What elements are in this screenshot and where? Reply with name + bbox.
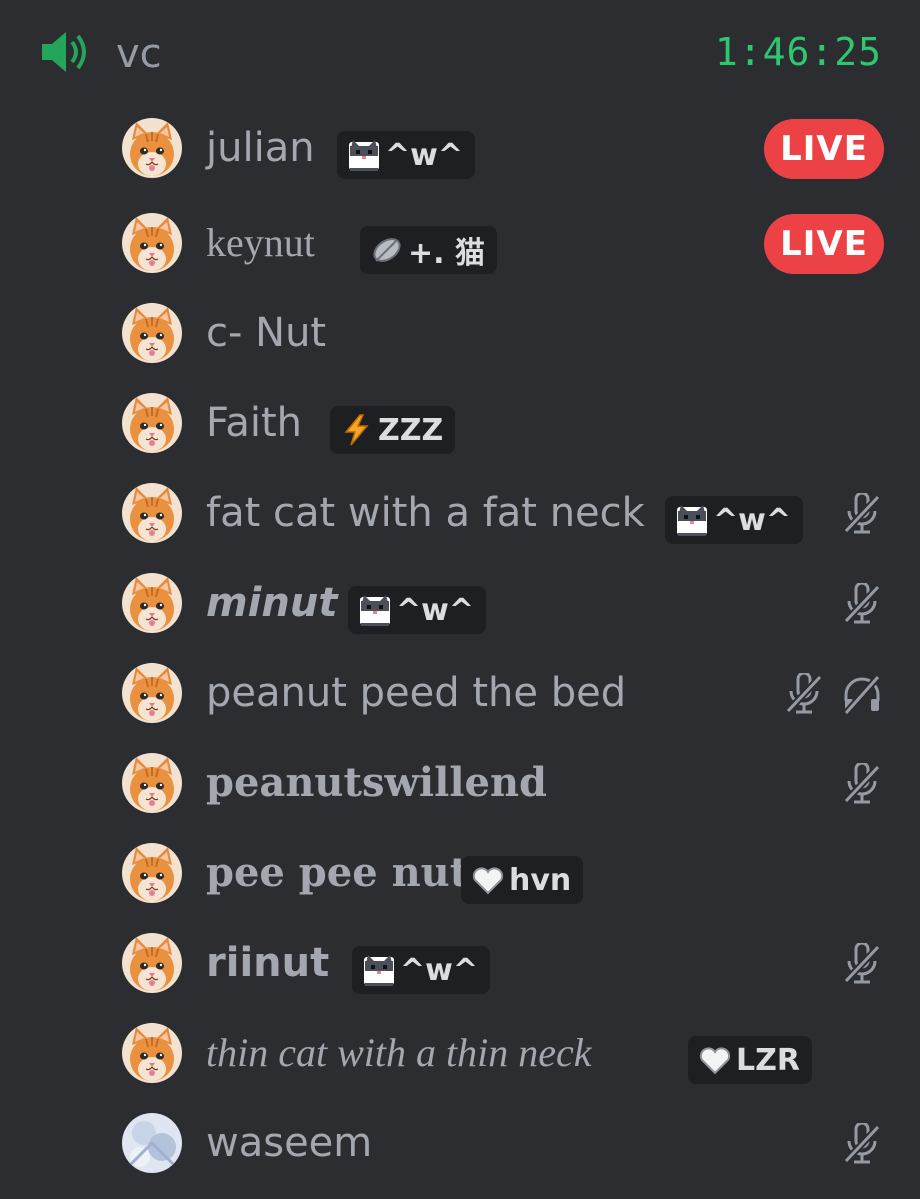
avatar xyxy=(122,663,182,723)
clan-tag-text: hvn xyxy=(509,862,572,898)
clan-tag: +. 猫 xyxy=(360,226,497,274)
deafened-headphones-icon xyxy=(843,674,881,715)
clan-tag-text: +. 猫 xyxy=(408,236,485,271)
avatar xyxy=(122,1113,182,1173)
cat-face-icon xyxy=(360,595,390,626)
cat-face-icon xyxy=(349,140,379,171)
voice-user-row[interactable]: pee pee nut hvn xyxy=(0,827,920,917)
muted-microphone-icon xyxy=(842,1123,882,1165)
muted-microphone-icon xyxy=(784,673,824,715)
username: riinut xyxy=(206,940,330,986)
voice-user-row[interactable]: minut ^w^ xyxy=(0,557,920,647)
call-timer: 1:46:25 xyxy=(714,30,882,74)
voice-user-row[interactable]: keynut +. 猫 LIVE xyxy=(0,197,920,287)
voice-channel-header[interactable]: vc 1:46:25 xyxy=(0,0,920,104)
leaf-icon xyxy=(373,238,401,262)
avatar xyxy=(122,753,182,813)
username: minut xyxy=(206,580,338,626)
muted-microphone-icon xyxy=(842,943,882,985)
avatar xyxy=(122,118,182,178)
username: peanutswillend xyxy=(206,759,548,806)
cat-face-icon xyxy=(364,955,394,986)
username: thin cat with a thin neck xyxy=(206,1030,592,1075)
username: Faith xyxy=(206,400,302,446)
avatar xyxy=(122,303,182,363)
username: c- Nut xyxy=(206,310,327,356)
username: waseem xyxy=(206,1120,373,1166)
clan-tag-text: ^w^ xyxy=(396,592,474,628)
voice-user-row[interactable]: julian ^w^ LIVE xyxy=(0,102,920,192)
heart-icon xyxy=(472,867,504,895)
avatar xyxy=(122,1023,182,1083)
voice-user-row[interactable]: thin cat with a thin neck LZR xyxy=(0,1007,920,1097)
avatar xyxy=(122,933,182,993)
voice-user-row[interactable]: fat cat with a fat neck ^w^ xyxy=(0,467,920,557)
voice-user-row[interactable]: peanut peed the bed xyxy=(0,647,920,737)
avatar xyxy=(122,483,182,543)
voice-user-row[interactable]: waseem xyxy=(0,1097,920,1187)
avatar xyxy=(122,213,182,273)
muted-microphone-icon xyxy=(842,493,882,535)
live-badge[interactable]: LIVE xyxy=(764,119,884,179)
clan-tag: ^w^ xyxy=(337,131,475,179)
lightning-icon xyxy=(344,414,369,446)
clan-tag-text: ^w^ xyxy=(713,502,791,538)
avatar xyxy=(122,393,182,453)
avatar xyxy=(122,573,182,633)
clan-tag-text: LZR xyxy=(736,1042,800,1078)
voice-user-row[interactable]: riinut ^w^ xyxy=(0,917,920,1007)
voice-user-row[interactable]: peanutswillend xyxy=(0,737,920,827)
muted-microphone-icon xyxy=(842,583,882,625)
username: peanut peed the bed xyxy=(206,670,627,716)
clan-tag-text: ZZZ xyxy=(378,412,444,448)
username: julian xyxy=(206,125,315,171)
username: pee pee nut xyxy=(206,849,469,896)
channel-name: vc xyxy=(116,31,162,77)
voice-user-row[interactable]: c- Nut xyxy=(0,287,920,377)
clan-tag: ^w^ xyxy=(665,496,803,544)
heart-icon xyxy=(699,1047,731,1075)
clan-tag: LZR xyxy=(688,1036,812,1084)
avatar xyxy=(122,843,182,903)
cat-face-icon xyxy=(677,505,707,536)
username: keynut xyxy=(206,220,315,265)
speaker-icon xyxy=(42,32,86,72)
clan-tag-text: ^w^ xyxy=(400,952,478,988)
clan-tag: ^w^ xyxy=(352,946,490,994)
clan-tag: ZZZ xyxy=(330,406,456,454)
username: fat cat with a fat neck xyxy=(206,490,645,536)
clan-tag: ^w^ xyxy=(348,586,486,634)
clan-tag-text: ^w^ xyxy=(385,137,463,173)
live-badge[interactable]: LIVE xyxy=(764,214,884,274)
voice-user-row[interactable]: Faith ZZZ xyxy=(0,377,920,467)
clan-tag: hvn xyxy=(461,856,584,904)
muted-microphone-icon xyxy=(842,763,882,805)
